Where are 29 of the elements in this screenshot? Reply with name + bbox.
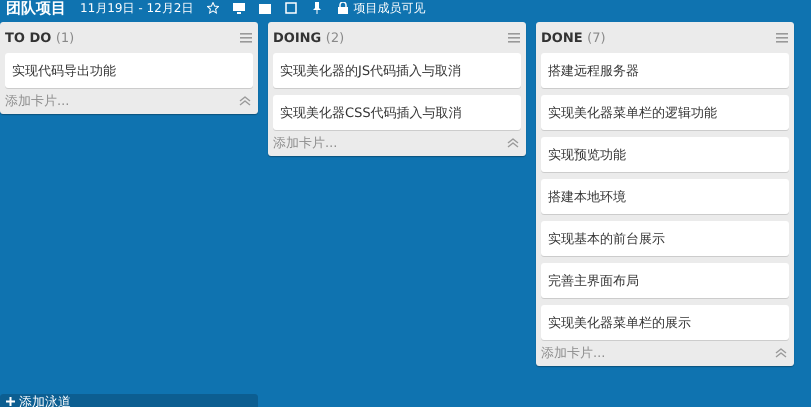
star-icon[interactable] [207, 2, 220, 14]
menu-icon[interactable] [240, 33, 252, 43]
list-title: DONE (7) [541, 30, 606, 46]
task-card[interactable]: 实现美化器CSS代码插入与取消 [273, 95, 521, 130]
task-card[interactable]: 搭建远程服务器 [541, 53, 789, 88]
date-range: 11月19日 - 12月2日 [80, 0, 194, 16]
square-icon[interactable] [285, 2, 298, 14]
task-card[interactable]: 实现基本的前台展示 [541, 221, 789, 256]
plus-icon [6, 397, 15, 406]
task-card[interactable]: 搭建本地环境 [541, 179, 789, 214]
collapse-icon[interactable] [775, 348, 787, 358]
menu-icon[interactable] [508, 33, 520, 43]
menu-icon[interactable] [776, 33, 788, 43]
task-card[interactable]: 完善主界面布局 [541, 263, 789, 298]
list-title: DOING (2) [273, 30, 344, 46]
lock-icon [337, 2, 350, 14]
collapse-icon[interactable] [239, 96, 251, 106]
board-title: 团队项目 [6, 0, 66, 18]
task-card[interactable]: 实现美化器菜单栏的逻辑功能 [541, 95, 789, 130]
task-card[interactable]: 实现美化器菜单栏的展示 [541, 305, 789, 340]
collapse-icon[interactable] [507, 138, 519, 148]
task-card[interactable]: 实现代码导出功能 [5, 53, 253, 88]
list-title: TO DO (1) [5, 30, 74, 46]
task-card[interactable]: 实现预览功能 [541, 137, 789, 172]
task-card[interactable]: 实现美化器的JS代码插入与取消 [273, 53, 521, 88]
monitor-icon[interactable] [233, 2, 246, 14]
visibility-button[interactable]: 项目成员可见 [337, 0, 426, 16]
pin-icon[interactable] [311, 2, 324, 14]
add-lane-button[interactable]: 添加泳道 [0, 394, 258, 407]
